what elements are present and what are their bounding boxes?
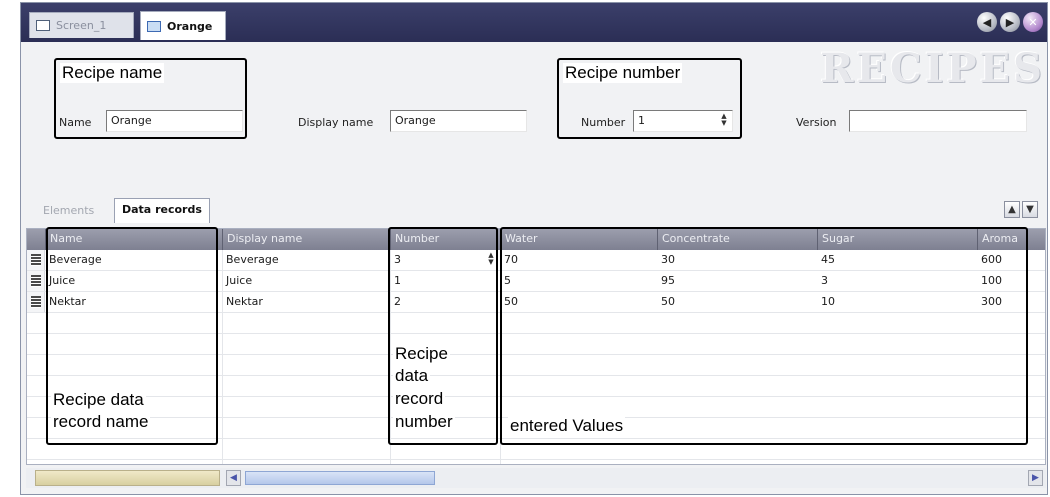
version-label: Version [796, 116, 837, 129]
screen-icon [36, 20, 50, 31]
annotation-record-name-line1: Recipe data [51, 390, 146, 410]
tab-elements[interactable]: Elements [36, 200, 101, 222]
cell-display-name[interactable]: Beverage [222, 250, 283, 270]
window-controls: ◀ ▶ ✕ [977, 12, 1043, 32]
tab-data-records[interactable]: Data records [114, 198, 210, 223]
scroll-area-frozen [35, 470, 220, 486]
display-name-label: Display name [298, 116, 374, 129]
annotation-record-name-line2: record name [51, 412, 151, 432]
tab-screen-1[interactable]: Screen_1 [29, 12, 134, 38]
annotation-entered-values: entered Values [508, 416, 626, 436]
horizontal-scrollbar[interactable]: ◀ ▶ [26, 468, 1046, 488]
version-field[interactable] [849, 110, 1027, 132]
arrow-right-icon[interactable]: ▶ [1000, 12, 1020, 32]
annotation-record-number-line3: record [393, 389, 446, 409]
page-title: RECIPES [820, 45, 1045, 92]
arrow-left-icon[interactable]: ◀ [977, 12, 997, 32]
row-handle[interactable] [27, 250, 45, 270]
annotation-record-number-line4: number [393, 412, 455, 432]
column-header-display-name[interactable]: Display name [222, 229, 390, 250]
header-corner [27, 229, 45, 250]
arrow-down-icon[interactable]: ▼ [1022, 201, 1038, 218]
tab-orange[interactable]: Orange [140, 11, 226, 40]
cell-display-name[interactable]: Nektar [222, 292, 267, 312]
row-handle[interactable] [27, 271, 45, 291]
scroll-left-icon[interactable]: ◀ [226, 470, 241, 486]
display-name-value: Orange [395, 114, 436, 127]
display-name-field[interactable]: Orange [390, 110, 527, 132]
annotation-record-number-line1: Recipe [393, 344, 450, 364]
row-handle[interactable] [27, 292, 45, 312]
annotation-box-entered-values [500, 227, 1028, 445]
annotation-recipe-number: Recipe number [563, 63, 683, 83]
tab-label: Screen_1 [56, 19, 107, 32]
close-icon[interactable]: ✕ [1023, 12, 1043, 32]
recipe-icon [147, 20, 161, 32]
cell-display-name[interactable]: Juice [222, 271, 256, 291]
annotation-record-number-line2: data [393, 366, 431, 386]
arrow-up-icon[interactable]: ▲ [1004, 201, 1020, 218]
scroll-right-icon[interactable]: ▶ [1028, 470, 1043, 486]
annotation-recipe-name: Recipe name [60, 63, 165, 83]
title-bar: Screen_1 Orange ◀ ▶ ✕ [21, 3, 1047, 42]
tab-label: Orange [167, 19, 213, 33]
scroll-thumb[interactable] [245, 471, 435, 485]
